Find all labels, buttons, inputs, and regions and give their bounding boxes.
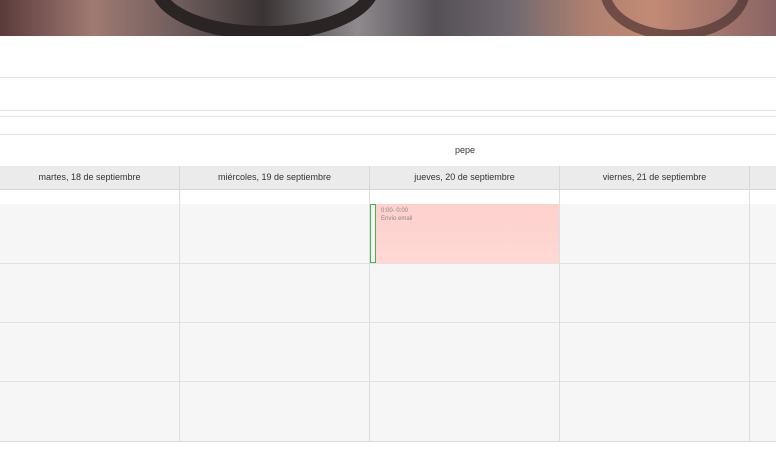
event-title: Envío email	[381, 216, 413, 222]
event-resize-handle[interactable]	[370, 204, 376, 263]
steering-wheel-right	[600, 0, 750, 36]
time-slot-line	[0, 263, 776, 264]
header-banner-image	[0, 0, 776, 36]
all-day-row[interactable]	[0, 190, 776, 205]
day-header-next[interactable]	[750, 166, 776, 189]
column-divider	[749, 190, 750, 441]
calendar-day-header: martes, 18 de septiembre miércoles, 19 d…	[0, 166, 776, 190]
calendar-event[interactable]: 0:00- 0:00 Envío email	[370, 204, 559, 263]
column-divider	[559, 190, 560, 441]
divider	[0, 77, 776, 78]
divider	[0, 134, 776, 135]
divider	[0, 110, 776, 111]
divider	[0, 116, 776, 117]
resource-name: pepe	[454, 145, 476, 155]
time-slot-line	[0, 381, 776, 382]
column-divider	[179, 190, 180, 441]
steering-wheel-left	[150, 0, 380, 36]
event-time: 0:00- 0:00	[381, 208, 409, 214]
day-header-tuesday[interactable]: martes, 18 de septiembre	[0, 166, 180, 189]
day-header-thursday[interactable]: jueves, 20 de septiembre	[370, 166, 560, 189]
time-slot-line	[0, 322, 776, 323]
day-header-friday[interactable]: viernes, 21 de septiembre	[560, 166, 750, 189]
day-header-wednesday[interactable]: miércoles, 19 de septiembre	[180, 166, 370, 189]
